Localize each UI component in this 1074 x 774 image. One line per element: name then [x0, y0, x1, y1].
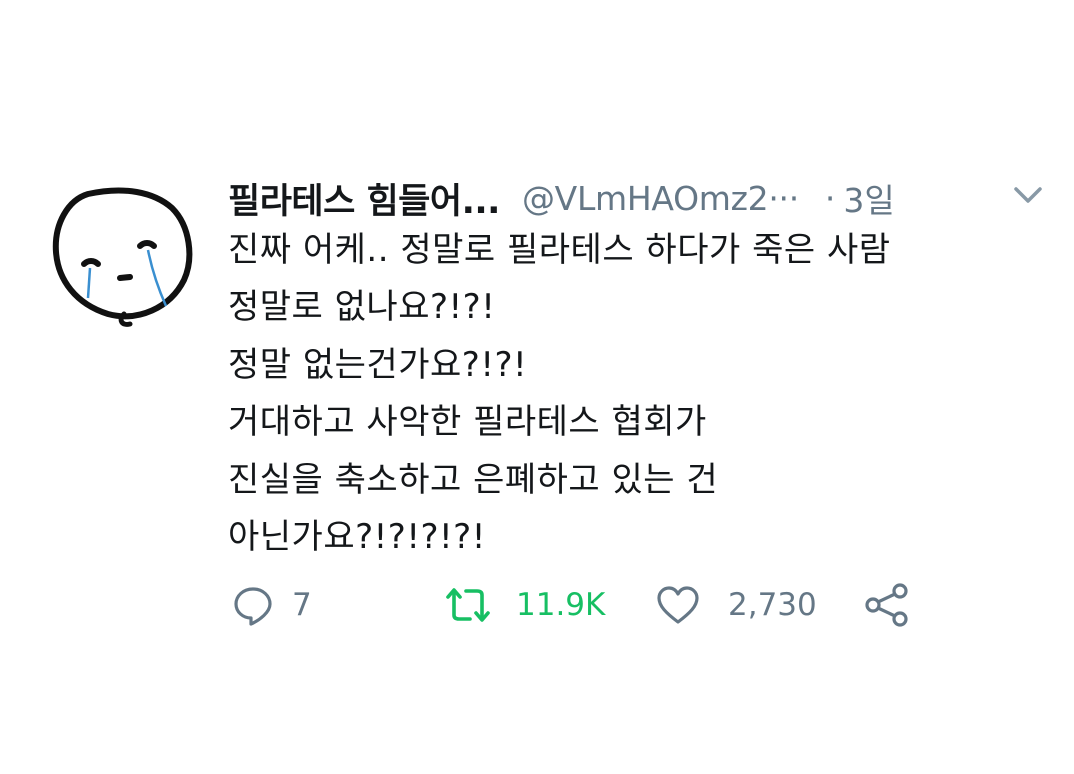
tweet-header: 필라테스 힘들어... @VLmHAOmz2··· · 3일: [228, 168, 1058, 228]
tweet-line: 진실을 축소하고 은폐하고 있는 건: [228, 459, 719, 500]
timestamp[interactable]: 3일: [843, 174, 894, 222]
comment-icon: [234, 587, 272, 626]
action-bar: 7 11.9K 2,730: [232, 578, 992, 632]
heart-icon: [657, 586, 699, 624]
retweet-button[interactable]: 11.9K: [444, 578, 605, 632]
more-options-button[interactable]: [1010, 180, 1046, 210]
tweet-line: 정말로 없나요?!?!: [228, 287, 496, 328]
retweet-icon: [446, 588, 490, 622]
tweet-line: 거대하고 사악한 필라테스 협회가: [228, 402, 707, 443]
share-button[interactable]: [864, 578, 910, 632]
retweet-count: 11.9K: [516, 587, 606, 623]
separator-dot: ·: [824, 178, 836, 218]
like-count: 2,730: [728, 587, 817, 623]
reply-button[interactable]: 7: [232, 578, 312, 632]
reply-count: 7: [292, 587, 312, 623]
tweet-text: 진짜 어케.. 정말로 필라테스 하다가 죽은 사람 정말로 없나요?!?! 정…: [228, 222, 1048, 566]
crying-face-drawing: [52, 187, 193, 327]
user-handle[interactable]: @VLmHAOmz2···: [522, 179, 799, 218]
display-name[interactable]: 필라테스 힘들어...: [228, 173, 500, 224]
tweet-line: 정말 없는건가요?!?!: [228, 344, 528, 385]
tweet-line: 아닌가요?!?!?!?!: [228, 517, 486, 558]
tweet-line: 진짜 어케.. 정말로 필라테스 하다가 죽은 사람: [228, 230, 891, 270]
chevron-down-icon: [1014, 187, 1042, 203]
avatar[interactable]: [48, 180, 198, 340]
like-button[interactable]: 2,730: [656, 578, 817, 632]
share-icon: [865, 583, 908, 627]
